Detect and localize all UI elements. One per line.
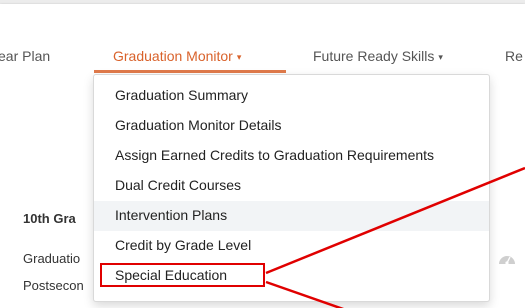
nav-item-label: Future Ready Skills — [313, 48, 435, 64]
menu-item-credit-by-grade-level[interactable]: Credit by Grade Level — [94, 231, 489, 261]
menu-item-dual-credit-courses[interactable]: Dual Credit Courses — [94, 171, 489, 201]
nav-item-label: ear Plan — [0, 48, 51, 64]
row-label: Postsecon — [23, 278, 84, 293]
menu-item-assign-earned-credits[interactable]: Assign Earned Credits to Graduation Requ… — [94, 141, 489, 171]
nav-item-next[interactable]: Re — [505, 48, 523, 64]
gauge-icon[interactable] — [498, 251, 516, 265]
menu-item-graduation-monitor-details[interactable]: Graduation Monitor Details — [94, 111, 489, 141]
nav-item-label: Graduation Monitor — [113, 48, 233, 64]
caret-down-icon: ▾ — [438, 52, 443, 62]
nav-item-future-ready-skills[interactable]: Future Ready Skills ▾ — [313, 48, 443, 64]
nav-item-year-plan[interactable]: ear Plan — [0, 48, 50, 64]
menu-item-graduation-summary[interactable]: Graduation Summary — [94, 81, 489, 111]
section-heading: 10th Gra — [23, 211, 76, 226]
top-nav: ear Plan Graduation Monitor ▾ Future Read… — [0, 4, 525, 74]
row-label: Graduatio — [23, 251, 81, 266]
menu-item-intervention-plans[interactable]: Intervention Plans — [94, 201, 489, 231]
active-tab-indicator — [94, 70, 286, 73]
caret-down-icon: ▾ — [236, 52, 242, 62]
nav-item-graduation-monitor[interactable]: Graduation Monitor ▾ — [113, 48, 241, 64]
nav-item-label: Re — [505, 48, 523, 64]
annotation-highlight-box — [100, 263, 265, 287]
